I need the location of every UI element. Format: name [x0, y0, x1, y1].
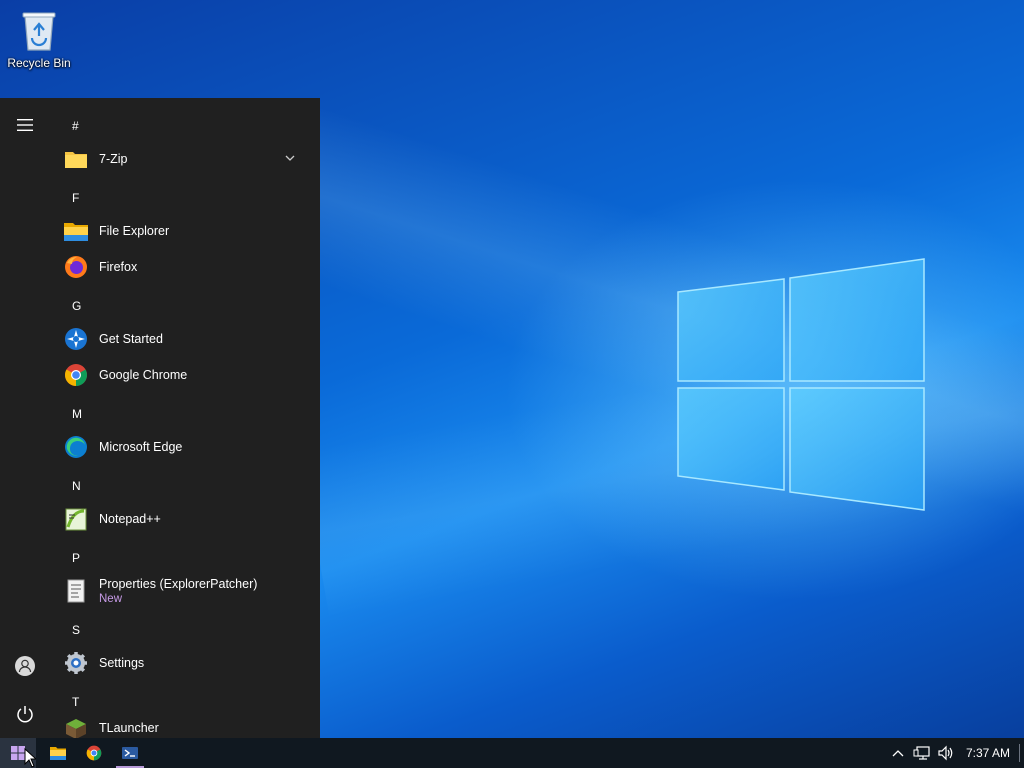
app-name: 7-Zip: [99, 152, 128, 166]
group-header-n[interactable]: N: [72, 479, 81, 493]
taskbar: 7:37 AM: [0, 738, 1024, 768]
app-name: TLauncher: [99, 721, 159, 735]
app-name: Notepad++: [99, 512, 161, 526]
properties-icon: [63, 578, 89, 604]
chevron-up-icon: [892, 750, 904, 757]
file-explorer-icon: [63, 218, 89, 244]
app-firefox[interactable]: Firefox: [60, 249, 308, 285]
settings-gear-icon: [63, 650, 89, 676]
powershell-icon: [122, 747, 138, 759]
chrome-icon: [63, 362, 89, 388]
group-header-t[interactable]: T: [72, 695, 79, 709]
start-menu: # 7-Zip F File Explorer Firefox G Get St…: [0, 98, 320, 738]
app-name: Google Chrome: [99, 368, 188, 382]
power-icon: [17, 706, 33, 723]
start-rail: [0, 98, 50, 738]
network-button[interactable]: [910, 738, 934, 768]
app-properties-explorerpatcher[interactable]: Properties (ExplorerPatcher) New: [60, 573, 308, 609]
clock[interactable]: 7:37 AM: [958, 738, 1018, 768]
app-tlauncher[interactable]: TLauncher: [60, 710, 308, 738]
user-account-button[interactable]: [7, 648, 43, 684]
notepad-plus-plus-icon: [63, 506, 89, 532]
app-settings[interactable]: Settings: [60, 645, 308, 681]
recycle-bin-label: Recycle Bin: [7, 56, 71, 70]
app-get-started[interactable]: Get Started: [60, 321, 308, 357]
user-icon: [15, 656, 35, 676]
file-explorer-icon: [50, 747, 66, 760]
app-name: Settings: [99, 656, 145, 670]
app-name: File Explorer: [99, 224, 170, 238]
volume-button[interactable]: [934, 738, 958, 768]
edge-icon: [63, 434, 89, 460]
app-name: Firefox: [99, 260, 138, 274]
volume-icon: [938, 745, 953, 761]
chrome-icon: [86, 745, 102, 761]
app-name: Get Started: [99, 332, 163, 346]
recycle-bin[interactable]: Recycle Bin: [6, 8, 72, 70]
chevron-down-icon[interactable]: [284, 152, 296, 164]
firefox-icon: [63, 254, 89, 280]
taskbar-chrome[interactable]: [76, 738, 112, 768]
hamburger-menu-button[interactable]: [7, 107, 43, 143]
app-notepad-plus-plus[interactable]: Notepad++: [60, 501, 308, 537]
recycle-bin-icon: [19, 8, 59, 52]
app-microsoft-edge[interactable]: Microsoft Edge: [60, 429, 308, 465]
show-desktop-button[interactable]: [1019, 744, 1020, 762]
new-badge: New: [99, 593, 123, 605]
mouse-cursor-icon: [24, 748, 36, 768]
group-header-m[interactable]: M: [72, 407, 82, 421]
network-icon: [913, 746, 930, 760]
app-name: Microsoft Edge: [99, 440, 183, 454]
app-list: # 7-Zip F File Explorer Firefox G Get St…: [50, 98, 320, 738]
group-header-p[interactable]: P: [72, 551, 80, 565]
group-header-g[interactable]: G: [72, 299, 81, 313]
app-file-explorer[interactable]: File Explorer: [60, 213, 308, 249]
folder-icon: [63, 146, 89, 172]
tlauncher-icon: [63, 715, 89, 738]
get-started-icon: [63, 326, 89, 352]
app-7zip[interactable]: 7-Zip: [60, 141, 308, 177]
power-button[interactable]: [7, 696, 43, 732]
hamburger-icon: [17, 119, 33, 131]
group-header-s[interactable]: S: [72, 623, 80, 637]
app-name: Properties (ExplorerPatcher): [99, 577, 258, 591]
taskbar-file-explorer[interactable]: [40, 738, 76, 768]
app-google-chrome[interactable]: Google Chrome: [60, 357, 308, 393]
taskbar-powershell[interactable]: [112, 738, 148, 768]
group-header-hash[interactable]: #: [72, 119, 79, 133]
show-hidden-icons-button[interactable]: [888, 738, 908, 768]
group-header-f[interactable]: F: [72, 191, 79, 205]
